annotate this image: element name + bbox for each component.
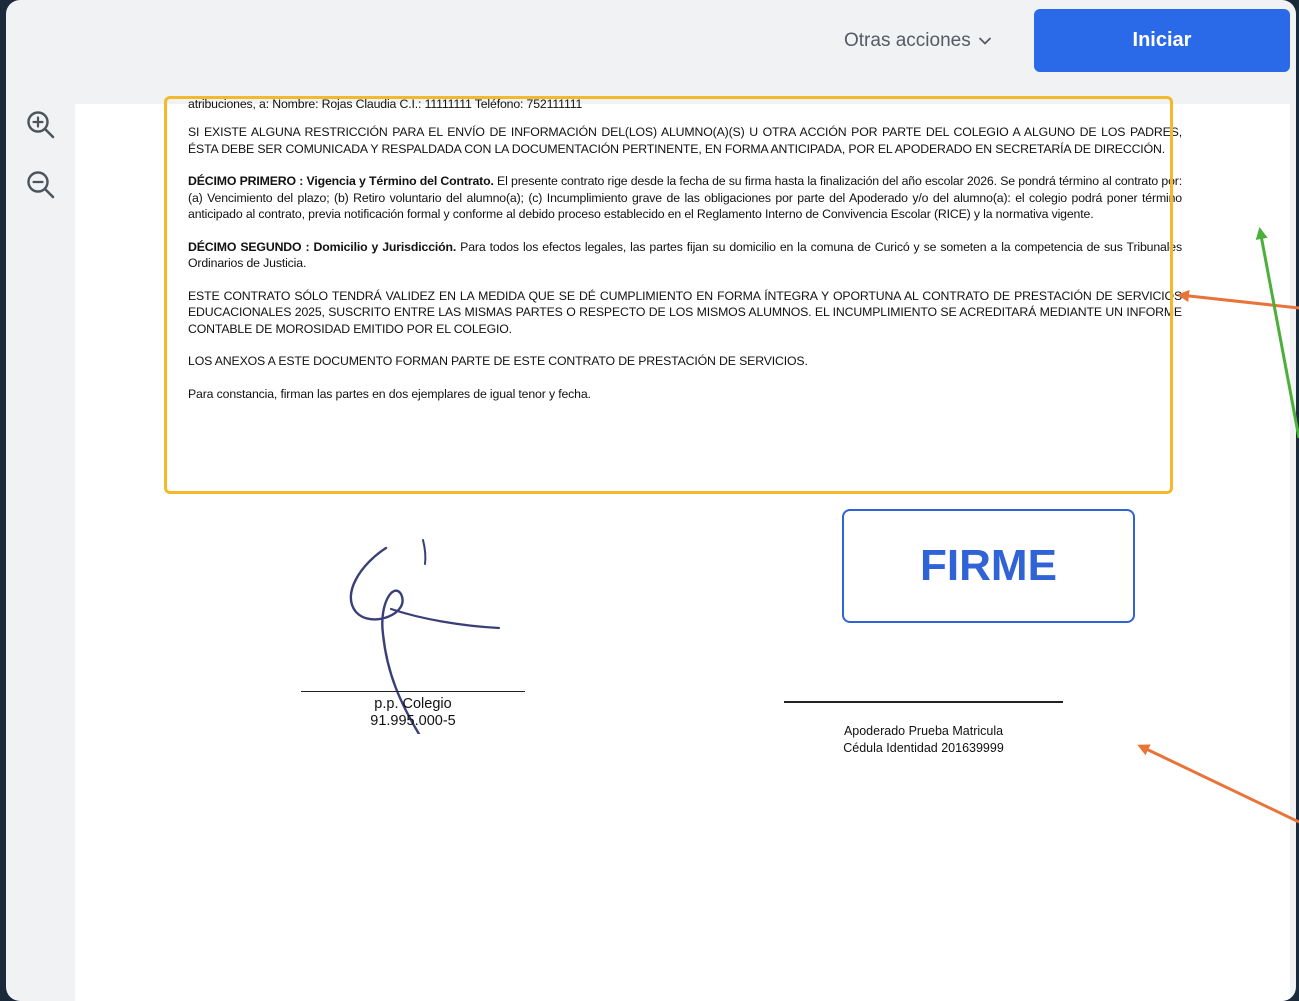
signature-line (784, 701, 1063, 703)
contract-paragraph: ESTE CONTRATO SÓLO TENDRÁ VALIDEZ EN LA … (188, 288, 1182, 336)
zoom-out-icon (27, 171, 55, 199)
contract-clause: DÉCIMO SEGUNDO : Domicilio y Jurisdicció… (188, 239, 1182, 272)
clause-heading: DÉCIMO PRIMERO : Vigencia y Término del … (188, 174, 494, 188)
clause-heading: DÉCIMO SEGUNDO : Domicilio y Jurisdicció… (188, 239, 457, 254)
zoom-out-button[interactable] (24, 168, 58, 202)
other-actions-label: Otras acciones (844, 30, 971, 51)
guardian-signature-label: Apoderado Prueba Matricula Cédula Identi… (784, 723, 1063, 757)
school-name: p.p. Colegio (374, 696, 452, 712)
contract-clause: DÉCIMO PRIMERO : Vigencia y Término del … (188, 173, 1182, 223)
top-toolbar: Otras acciones Iniciar (6, 0, 1296, 82)
zoom-in-icon (27, 111, 55, 139)
chevron-down-icon (978, 37, 991, 45)
start-button[interactable]: Iniciar (1034, 9, 1290, 72)
contract-paragraph: atribuciones, a: Nombre: Rojas Claudia C… (188, 97, 583, 110)
guardian-name: Apoderado Prueba Matricula (843, 724, 1004, 738)
zoom-in-button[interactable] (24, 108, 58, 142)
school-signature-label: p.p. Colegio 91.995.000-5 (301, 696, 525, 730)
contract-paragraph: SI EXISTE ALGUNA RESTRICCIÓN PARA EL ENV… (188, 125, 1182, 156)
guardian-id: Cédula Identidad 201639999 (843, 741, 1004, 755)
sign-here-button[interactable]: FIRME (842, 509, 1135, 623)
app-frame: Otras acciones Iniciar atribuciones, a: … (6, 0, 1296, 1001)
contract-paragraph: LOS ANEXOS A ESTE DOCUMENTO FORMAN PARTE… (188, 354, 808, 368)
signature-line (301, 691, 525, 692)
contract-text: atribuciones, a: Nombre: Rojas Claudia C… (188, 96, 1182, 418)
contract-paragraph: Para constancia, firman las partes en do… (188, 386, 591, 401)
document-page: atribuciones, a: Nombre: Rojas Claudia C… (75, 97, 1290, 1001)
school-rut: 91.995.000-5 (370, 713, 456, 729)
other-actions-menu[interactable]: Otras acciones (844, 28, 993, 54)
